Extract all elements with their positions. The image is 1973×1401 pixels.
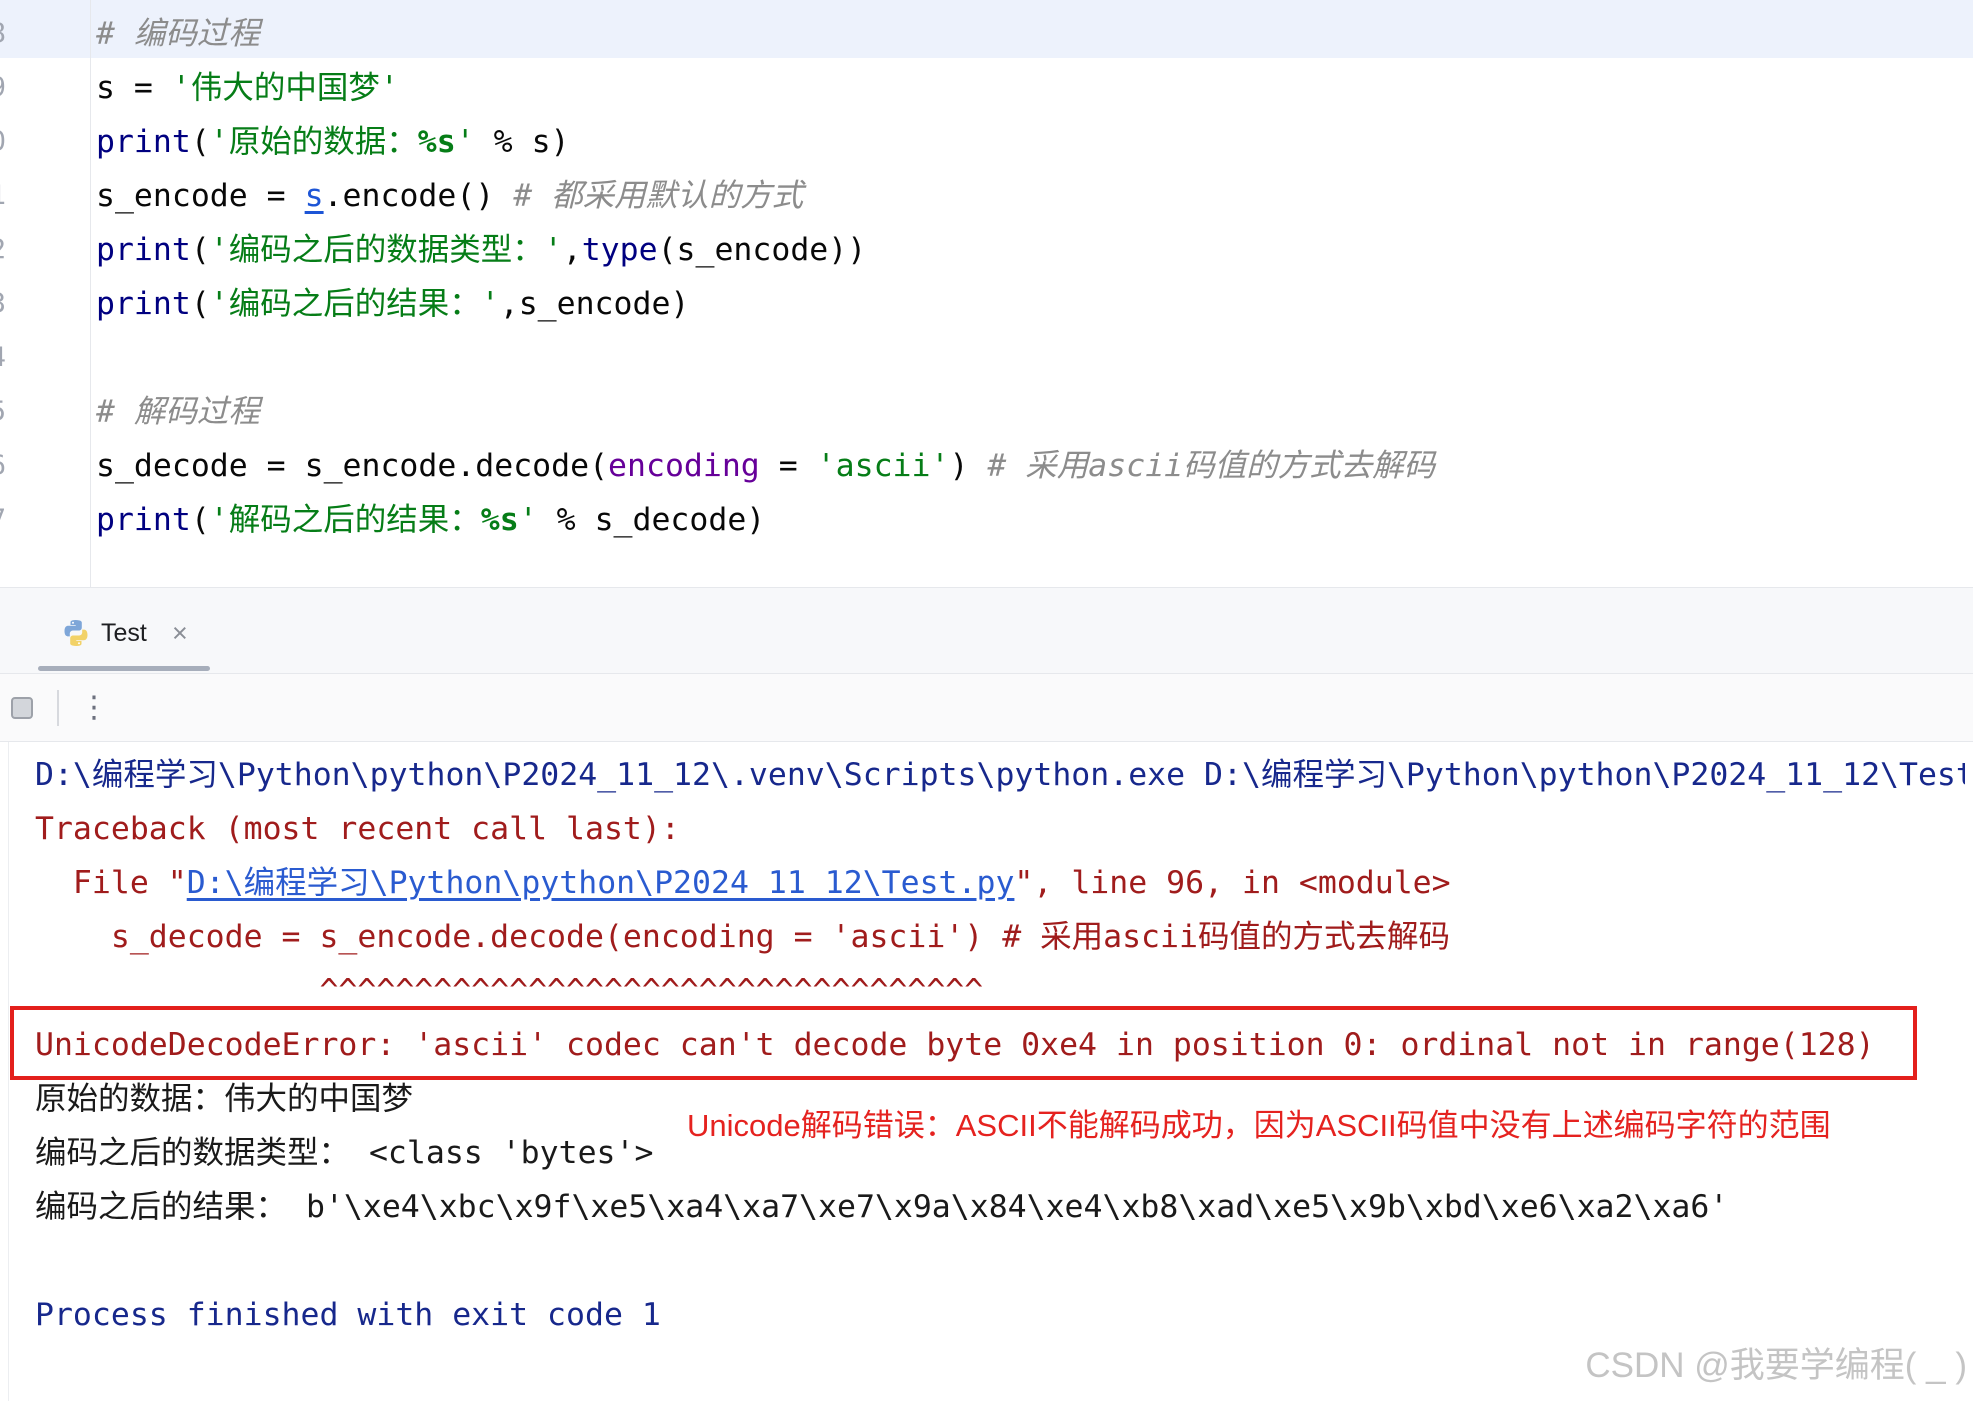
code-line[interactable]: # 编码过程 xyxy=(96,7,1966,61)
console-text: 编码之后的结果： b'\xe4\xbc\x9f\xe5\xa4\xa7\xe7\… xyxy=(35,1189,1729,1225)
code-token: '编码之后的结果：' xyxy=(209,286,500,322)
code-token: print xyxy=(96,232,191,268)
code-token: ) xyxy=(949,448,988,484)
tab-label: Test xyxy=(101,619,147,647)
console-left-border xyxy=(8,742,9,1401)
console-text: Process finished with exit code 1 xyxy=(35,1297,661,1333)
code-token: 'ascii' xyxy=(816,448,950,484)
gutter-line-number: 96 xyxy=(0,439,6,493)
console-line: s_decode = s_encode.decode(encoding = 'a… xyxy=(35,910,1965,964)
code-token: ( xyxy=(190,232,210,268)
code-token: '伟大的中国梦' xyxy=(171,70,399,106)
code-token: '原始的数据： xyxy=(209,124,418,160)
code-token: % s_decode) xyxy=(537,502,766,538)
console-text: File " xyxy=(35,865,187,901)
toolbar-divider xyxy=(57,690,59,726)
code-token: print xyxy=(96,286,191,322)
watermark: CSDN @我要学编程( _ ) xyxy=(1585,1346,1967,1385)
code-token: ' xyxy=(455,124,475,160)
code-token: s_encode = xyxy=(96,178,305,214)
code-token: s xyxy=(304,178,324,214)
console-text: 原始的数据：伟大的中国梦 xyxy=(35,1081,414,1117)
ide-window: 88899091929394959697 # 编码过程s = '伟大的中国梦'p… xyxy=(0,0,1973,1401)
code-token: type xyxy=(581,232,658,268)
code-token: , xyxy=(562,232,582,268)
code-line[interactable]: print('原始的数据：%s' % s) xyxy=(96,115,1966,169)
code-token: ( xyxy=(190,124,210,160)
code-token: = xyxy=(759,448,817,484)
stop-icon[interactable] xyxy=(11,697,33,719)
more-options-icon[interactable]: ⋮ xyxy=(79,689,109,727)
code-token: %s xyxy=(417,124,456,160)
code-token: ' xyxy=(518,502,538,538)
run-tool-window-tabbar: Test × xyxy=(0,587,1973,673)
code-line[interactable]: print('编码之后的结果：',s_encode) xyxy=(96,277,1966,331)
annotation-text: Unicode解码错误：ASCII不能解码成功，因为ASCII码值中没有上述编码… xyxy=(687,1108,1831,1143)
code-line[interactable]: print('编码之后的数据类型：',type(s_encode)) xyxy=(96,223,1966,277)
console-text: ", line 96, in <module> xyxy=(1014,865,1451,901)
code-token: %s xyxy=(480,502,519,538)
code-token: print xyxy=(96,124,191,160)
gutter-line-number: 94 xyxy=(0,331,6,385)
code-token: ( xyxy=(190,502,210,538)
console-line: 编码之后的结果： b'\xe4\xbc\x9f\xe5\xa4\xa7\xe7\… xyxy=(35,1180,1965,1234)
gutter-line-number: 97 xyxy=(0,493,6,547)
code-token: '编码之后的数据类型：' xyxy=(209,232,563,268)
gutter-line-number: 88 xyxy=(0,7,6,61)
gutter-separator xyxy=(90,0,91,587)
python-icon xyxy=(63,619,89,647)
tab-selection-indicator xyxy=(38,666,210,671)
console-text: 编码之后的数据类型： <class 'bytes'> xyxy=(35,1135,654,1171)
code-token: s_decode = s_encode.decode( xyxy=(96,448,609,484)
code-token: ( xyxy=(190,286,210,322)
code-line[interactable] xyxy=(96,331,1966,385)
code-token: .encode() xyxy=(323,178,514,214)
code-line[interactable]: s_encode = s.encode() # 都采用默认的方式 xyxy=(96,169,1966,223)
gutter-line-number: 89 xyxy=(0,61,6,115)
gutter-line-number: 92 xyxy=(0,223,6,277)
code-token: print xyxy=(96,502,191,538)
console-line: File "D:\编程学习\Python\python\P2024_11_12\… xyxy=(35,856,1965,910)
code-line[interactable]: s = '伟大的中国梦' xyxy=(96,61,1966,115)
close-icon[interactable]: × xyxy=(172,617,188,649)
console-text: Traceback (most recent call last): xyxy=(35,811,680,847)
code-token: (s_encode)) xyxy=(657,232,867,268)
gutter[interactable]: 88899091929394959697 xyxy=(0,7,6,547)
code-token: ,s_encode) xyxy=(499,286,690,322)
gutter-line-number: 93 xyxy=(0,277,6,331)
code-token: # 都采用默认的方式 xyxy=(513,178,804,214)
code-token: s = xyxy=(96,70,172,106)
code-token: encoding xyxy=(608,448,760,484)
code-token: # 采用ascii码值的方式去解码 xyxy=(987,448,1436,484)
console-text: ^^^^^^^^^^^^^^^^^^^^^^^^^^^^^^^^^^^ xyxy=(35,973,984,1009)
traceback-file-link[interactable]: D:\编程学习\Python\python\P2024_11_12\Test.p… xyxy=(187,865,1015,901)
code-token: # 解码过程 xyxy=(96,394,260,430)
code-line[interactable]: print('解码之后的结果：%s' % s_decode) xyxy=(96,493,1966,547)
code-token: # 编码过程 xyxy=(96,16,260,52)
code-token: '解码之后的结果： xyxy=(209,502,481,538)
console-toolbar: ⋮ xyxy=(0,673,1973,742)
tab-test[interactable]: Test × xyxy=(38,588,210,673)
code-line[interactable]: # 解码过程 xyxy=(96,385,1966,439)
code-lines[interactable]: # 编码过程 s = '伟大的中国梦' print('原始的数据：%s' % s) s… xyxy=(96,7,1966,547)
gutter-line-number: 91 xyxy=(0,169,6,223)
code-editor[interactable]: 88899091929394959697 # 编码过程s = '伟大的中国梦'p… xyxy=(0,0,1973,587)
console-line: Process finished with exit code 1 xyxy=(35,1288,1965,1342)
code-token: % s) xyxy=(474,124,570,160)
console-text: s_decode = s_encode.decode(encoding = 'a… xyxy=(35,919,1450,955)
code-line[interactable]: s_decode = s_encode.decode(encoding = 'a… xyxy=(96,439,1966,493)
error-highlight-box xyxy=(10,1006,1917,1080)
gutter-line-number: 90 xyxy=(0,115,6,169)
console-line: D:\编程学习\Python\python\P2024_11_12\.venv\… xyxy=(35,748,1965,802)
console-text: D:\编程学习\Python\python\P2024_11_12\.venv\… xyxy=(35,757,1965,793)
console-line: Traceback (most recent call last): xyxy=(35,802,1965,856)
gutter-line-number: 95 xyxy=(0,385,6,439)
